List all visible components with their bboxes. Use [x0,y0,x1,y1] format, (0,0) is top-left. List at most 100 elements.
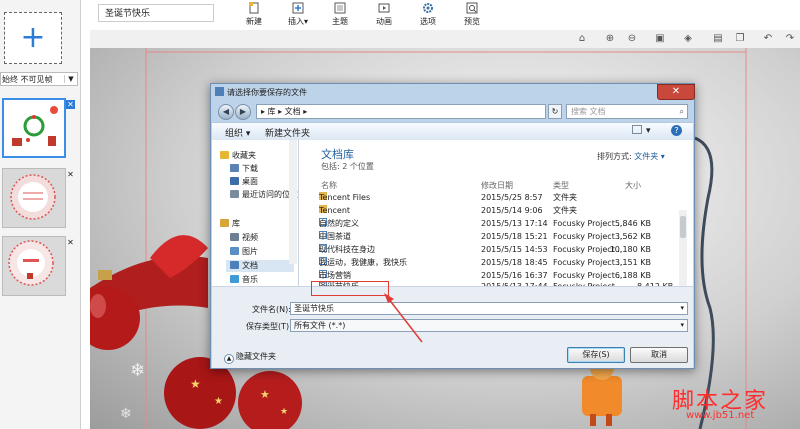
nav-item-libraries[interactable]: 库 [220,218,240,230]
file-row[interactable]: 自然的定义 2015/5/13 17:14 Focusky Project ..… [319,218,659,230]
close-icon[interactable]: ✕ [66,238,75,247]
annotation-highlight-box [311,281,389,296]
add-slide-button[interactable]: + [4,12,62,64]
nav-item-downloads[interactable]: 下载 [230,163,258,175]
nav-item-videos[interactable]: 视频 [230,232,258,244]
slide-thumbnail-2[interactable] [2,168,66,228]
file-row[interactable]: Tencent 2015/5/14 9:06 文件夹 [319,205,659,217]
animation-button-label: 动画 [376,17,392,26]
nav-scrollbar[interactable] [289,140,297,264]
new-button[interactable]: 新建 [232,2,276,28]
zoom-out-icon[interactable]: ⊖ [626,33,638,45]
fill-icon[interactable]: ◈ [682,33,694,45]
insert-button-label: 插入 [287,17,304,26]
preview-button[interactable]: 预览 [450,2,494,28]
theme-button-label: 主题 [332,17,348,26]
zoom-in-icon[interactable]: ⊕ [604,33,616,45]
file-row[interactable]: 中国茶道 2015/5/18 15:21 Focusky Project ...… [319,231,659,243]
column-header-type[interactable]: 类型 [553,180,569,191]
address-bar[interactable]: ▸ 库 ▸ 文档 ▸ [256,104,546,119]
hide-folders-toggle[interactable]: ▲ 隐藏文件夹 [224,351,276,364]
redo-icon[interactable]: ↷ [784,33,796,45]
filename-label: 文件名(N): [252,305,291,314]
options-button-label: 选项 [420,17,436,26]
gear-icon [423,3,433,13]
save-button[interactable]: 保存(S) [567,347,625,363]
forward-button[interactable]: ▶ [235,104,251,120]
view-icon[interactable] [632,125,642,134]
recent-places-icon [230,190,239,198]
organize-button[interactable]: 组织 ▾ [225,126,250,139]
file-list-pane: 文档库 包括: 2 个位置 排列方式: 文件夹 ▾ 名称 修改日期 类型 大小 … [299,140,693,286]
save-form: 文件名(N): 圣诞节快乐 ▾ 保存类型(T): 所有文件 (*.*) ▾ ▲ 隐… [212,286,693,368]
cancel-button[interactable]: 取消 [630,347,688,363]
library-title: 文档库 [321,148,354,161]
svg-text:★: ★ [190,377,201,391]
back-button[interactable]: ◀ [218,104,234,120]
plus-icon: + [20,20,46,55]
nav-item-desktop[interactable]: 桌面 [230,176,258,188]
column-header-date[interactable]: 修改日期 [481,180,513,191]
column-header-name[interactable]: 名称 [321,180,337,191]
filetype-select[interactable]: 所有文件 (*.*) ▾ [290,319,688,332]
preview-button-label: 预览 [464,17,480,26]
library-locations-link[interactable]: 包括: 2 个位置 [321,161,374,172]
chevron-down-icon: ▾ [680,321,684,329]
insert-button[interactable]: 插入▾ [276,2,320,28]
refresh-button[interactable]: ↻ [548,104,562,119]
filename-input[interactable]: 圣诞节快乐 ▾ [290,302,688,315]
nav-item-music[interactable]: 音乐 [230,274,258,286]
nav-item-recent-places[interactable]: 最近访问的位置 [230,189,298,201]
nav-item-pictures[interactable]: 图片 [230,246,258,258]
search-icon: ⌕ [679,107,684,116]
arrange-by-dropdown[interactable]: 文件夹 ▾ [634,152,665,161]
search-input[interactable]: 搜索 文档 ⌕ [566,104,688,119]
file-row[interactable]: 我运动，我健康，我快乐 2015/5/18 18:45 Focusky Proj… [319,257,659,269]
close-icon[interactable]: ✕ [66,100,75,109]
dialog-title: 请选择你要保存的文件 [215,87,307,98]
close-icon[interactable]: ✕ [66,170,75,179]
document-title-input[interactable]: 圣诞节快乐 [98,4,214,22]
animation-button[interactable]: 动画 [362,2,406,28]
desktop-icon [230,177,239,185]
frame-visibility-select[interactable]: 始终 不可见帧 ▼ [0,72,78,86]
copy-icon[interactable]: ❐ [734,33,746,45]
chevron-down-icon: ▼ [64,75,77,83]
svg-text:★: ★ [280,407,288,417]
nav-item-favorites[interactable]: 收藏夹 [220,150,256,162]
undo-icon[interactable]: ↶ [762,33,774,45]
visibility-select-value: 始终 不可见帧 [2,74,53,84]
scrollbar-thumb[interactable] [680,216,686,238]
dialog-close-button[interactable]: ✕ [657,84,695,100]
navigation-pane: 收藏夹 下载 桌面 最近访问的位置 库 视频 图片 文档 音乐 [212,140,299,286]
svg-text:❄: ❄ [130,360,145,381]
new-button-label: 新建 [246,17,262,26]
arrange-by[interactable]: 排列方式: 文件夹 ▾ [597,151,665,162]
file-row[interactable]: Tencent Files 2015/5/25 8:57 文件夹 [319,192,659,204]
help-icon[interactable]: ? [671,125,682,136]
star-icon [220,151,229,159]
annotation-arrow-icon [384,293,423,343]
home-icon[interactable]: ⌂ [576,33,588,45]
slide-thumbnail-1[interactable] [2,98,66,158]
theme-icon [334,2,346,14]
dialog-toolbar: 组织 ▾ 新建文件夹 ▾ ? [212,122,693,141]
slide-thumbnail-image [3,169,65,227]
file-list-scrollbar[interactable] [679,210,687,286]
align-icon[interactable]: ▤ [712,33,724,45]
view-menu-button[interactable]: ▾ [646,126,651,136]
music-icon [230,275,239,283]
nav-item-documents[interactable]: 文档 [226,260,294,272]
svg-text:★: ★ [260,388,270,401]
slide-thumbnail-3[interactable] [2,236,66,296]
options-button[interactable]: 选项 [406,2,450,28]
documents-icon [230,261,239,269]
collapse-icon: ▲ [224,354,234,364]
theme-button[interactable]: 主题 [318,2,362,28]
lock-icon[interactable]: ▣ [654,33,666,45]
new-folder-button[interactable]: 新建文件夹 [265,126,310,139]
file-row[interactable]: 现代科技在身边 2015/5/15 14:53 Focusky Project … [319,244,659,256]
column-header-size[interactable]: 大小 [625,180,641,191]
library-icon [220,219,229,227]
slide-thumbnail-image [12,106,58,146]
